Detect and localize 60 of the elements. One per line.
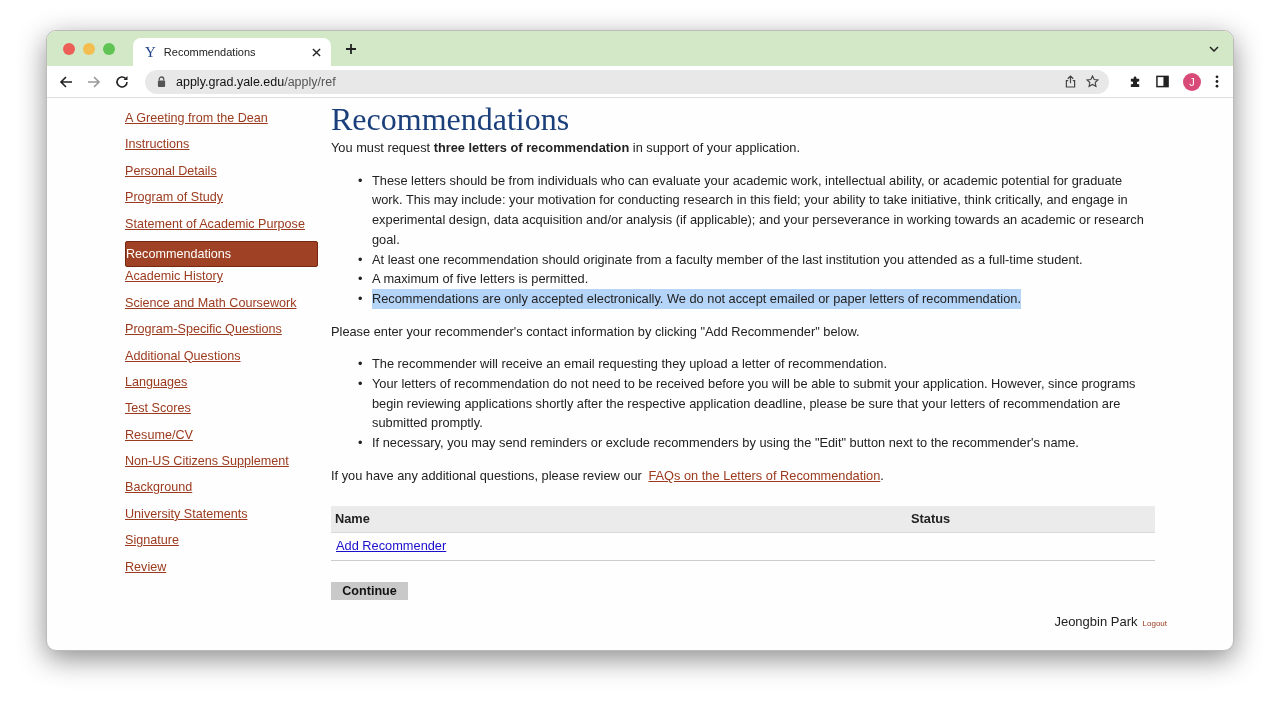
close-icon[interactable] <box>312 47 321 57</box>
close-window-control[interactable] <box>63 42 75 55</box>
sidebar-link[interactable]: Science and Math Coursework <box>125 293 318 321</box>
page-heading: Recommendations <box>331 102 571 136</box>
star-icon[interactable] <box>1086 75 1099 88</box>
column-header: Name <box>335 509 370 528</box>
bullet-marker: • <box>358 270 364 289</box>
sidebar-link[interactable]: Resume/CV <box>125 425 318 453</box>
bullet-item: At least one recommendation should originate from a faculty member of the last institution you attended as a full-time student. <box>372 250 1083 269</box>
continue-button[interactable]: Continue <box>331 581 408 600</box>
profile-avatar[interactable]: J <box>1183 72 1201 91</box>
sidebar-link[interactable]: Instructions <box>125 135 318 162</box>
instruction-text: Please enter your recommender's contact information by clicking "Add Recommender" below. <box>331 322 861 341</box>
chevron-down-icon[interactable] <box>1209 45 1219 52</box>
sidebar-link[interactable]: Program of Study <box>125 188 318 215</box>
bullet-marker: • <box>358 250 364 269</box>
sidebar-link[interactable]: Languages <box>125 372 318 400</box>
bullet-item: If necessary, you may send reminders or exclude recommenders by using the "Edit" button next to the recommender's name. <box>372 434 1079 453</box>
bullet-item: Your letters of recommendation do not need to be received before you will be able to submit your application. However, since programs begin reviewing applications shortly after the respective application deadline, please be sure that your letters of recommendation are submitted promptly. <box>372 375 1137 433</box>
browser-tab[interactable]: Y Recommendations <box>133 38 331 66</box>
intro-text: You must request three letters of recommendation in support of your application. <box>331 139 801 157</box>
sidebar-link[interactable]: University Statements <box>125 504 318 532</box>
sidebar-link[interactable]: Statement of Academic Purpose <box>125 214 318 241</box>
bullet-marker: • <box>358 375 364 394</box>
faq-text: If you have any additional questions, please review our FAQs on the Letters of Recommendation. <box>331 466 885 485</box>
user-name: Jeongbin Park <box>1054 613 1138 632</box>
bullet-item: A maximum of five letters is permitted. <box>372 270 589 289</box>
lock-icon <box>157 76 166 87</box>
sidebar-link[interactable]: Personal Details <box>125 161 318 189</box>
reload-icon[interactable] <box>115 74 129 89</box>
bullet-item: These letters should be from individuals who can evaluate your academic work, intellectual ability, or academic potential for graduate work. This may include: your motivation for conducting research in this field; your ability to take initiative, think critically, and engage in experimental design, data acquisition and/or analysis (if applicable); and your perseverance in working towards an academic or research goal. <box>372 171 1145 249</box>
bullet-item: The recommender will receive an email requesting they upload a letter of recommendation. <box>372 355 887 374</box>
puzzle-piece-icon[interactable] <box>1129 75 1142 88</box>
address-bar[interactable]: apply.grad.yale.edu/apply/ref <box>145 69 1109 94</box>
add-recommender-link[interactable]: Add Recommender <box>336 536 447 556</box>
sidebar-link[interactable]: Background <box>125 478 318 505</box>
sidebar-link[interactable]: Signature <box>125 531 318 558</box>
back-arrow-icon[interactable] <box>59 74 73 89</box>
sidebar-link[interactable]: A Greeting from the Dean <box>125 109 318 136</box>
side-panel-icon[interactable] <box>1156 75 1169 88</box>
bullet-item: Recommendations are only accepted electronically. We do not accept emailed or paper letters of recommendation. <box>372 288 1021 309</box>
sidebar-link[interactable]: Recommendations <box>125 240 318 267</box>
bullet-marker: • <box>358 171 364 190</box>
logout-link[interactable]: Logout <box>1142 614 1167 634</box>
sidebar-link[interactable]: Non-US Citizens Supplement <box>125 452 318 479</box>
column-header: Status <box>911 509 952 528</box>
sidebar-link[interactable]: Program-Specific Questions <box>125 320 318 347</box>
bullet-marker: • <box>358 289 364 308</box>
forward-arrow-icon[interactable] <box>87 74 101 89</box>
tab-title: Recommendations <box>163 46 257 58</box>
bullet-marker: • <box>358 434 364 453</box>
sidebar-link[interactable]: Additional Questions <box>125 346 318 373</box>
sidebar-link[interactable]: Test Scores <box>125 399 318 426</box>
new-tab-icon[interactable] <box>345 42 357 55</box>
favicon: Y <box>145 43 156 61</box>
sidebar-link[interactable]: Academic History <box>125 267 318 294</box>
bullet-marker: • <box>358 355 364 374</box>
sidebar-link[interactable]: Review <box>125 557 318 585</box>
share-icon[interactable] <box>1065 75 1076 88</box>
more-menu-icon[interactable] <box>1215 75 1219 88</box>
